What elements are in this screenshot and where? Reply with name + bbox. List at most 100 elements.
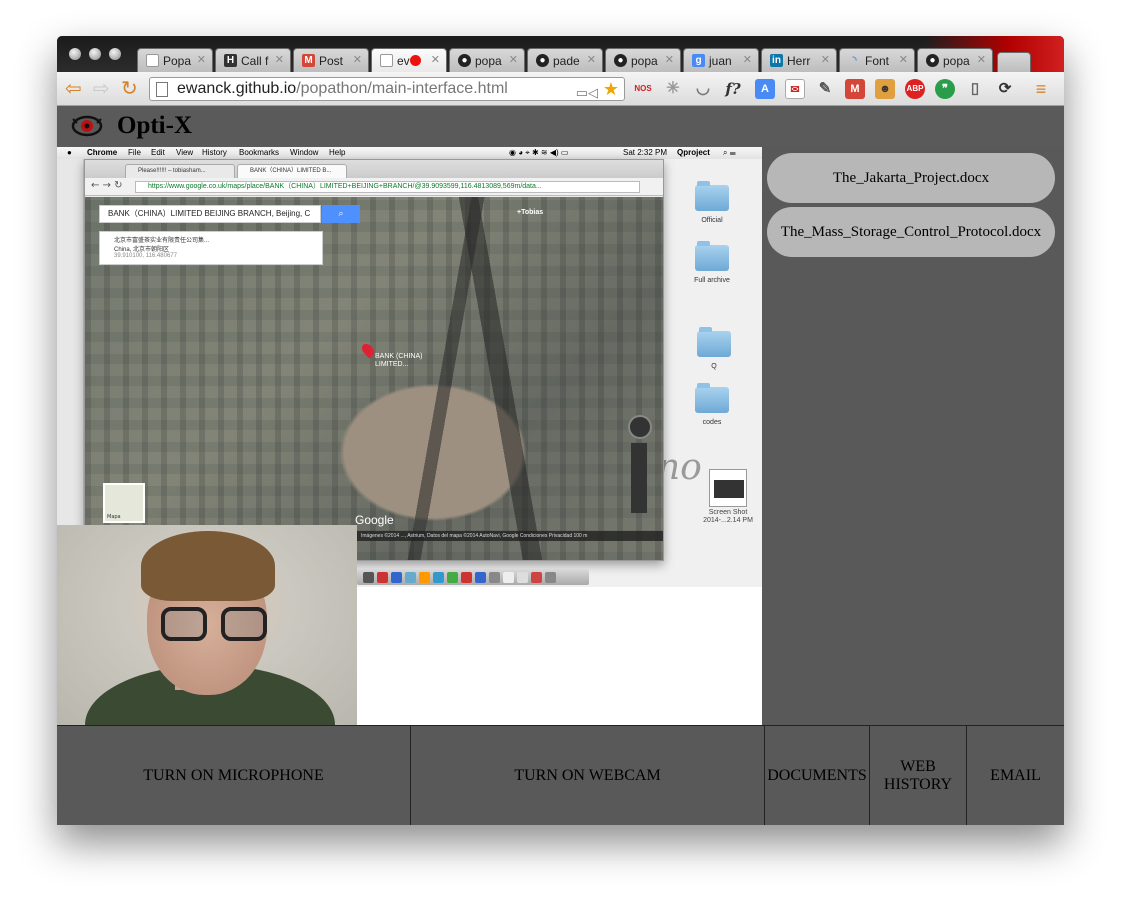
tab-strip: Popa ✕ H Call f ✕ M Post ✕ ev ✕ ● popa ✕… xyxy=(57,36,1064,72)
hangouts-icon[interactable]: ❞ xyxy=(935,79,955,99)
close-tab-icon[interactable]: ✕ xyxy=(899,53,908,66)
folder-icon xyxy=(697,327,731,357)
compass-icon xyxy=(628,415,652,439)
map-attribution: Imágenes ©2014 ..., Astrium, Datos del m… xyxy=(355,531,663,541)
app-title: Opti-X xyxy=(117,112,192,139)
map-pin-label: BANK (CHINA) LIMITED... xyxy=(375,353,423,368)
loading-icon: ◝ xyxy=(852,55,857,66)
folder-icon xyxy=(695,181,729,211)
forward-icon[interactable]: ⇨ xyxy=(93,77,110,99)
browser-tab[interactable]: in Herr ✕ xyxy=(761,48,837,72)
github-icon: ● xyxy=(536,54,549,67)
minimap: Mapa xyxy=(103,483,145,523)
background-app-strip xyxy=(57,159,84,579)
browser-tab[interactable]: H Call f ✕ xyxy=(215,48,291,72)
github-icon: ● xyxy=(926,54,939,67)
h-icon: H xyxy=(224,54,237,67)
shared-tab: Please!!!!!! – tobiasham... xyxy=(125,164,235,178)
close-tab-icon[interactable]: ✕ xyxy=(275,53,284,66)
screenshot-file-icon xyxy=(709,469,747,507)
search-icon: ⌕ xyxy=(322,205,360,223)
mail-extension-icon[interactable]: ✉ xyxy=(785,79,805,99)
page-icon xyxy=(156,82,168,97)
microphone-button[interactable]: TURN ON MICROPHONE xyxy=(57,726,411,825)
close-tab-icon[interactable]: ✕ xyxy=(353,53,362,66)
web-history-button[interactable]: WEB HISTORY xyxy=(870,726,967,825)
document-item[interactable]: The_Mass_Storage_Control_Protocol.docx xyxy=(767,207,1055,257)
map-search-box: BANK（CHINA）LIMITED BEIJING BRANCH, Beiji… xyxy=(99,205,321,223)
reload-icon[interactable]: ↻ xyxy=(121,77,138,99)
spotlight-icon: ⌕ ☰ xyxy=(723,148,736,157)
menu-icon[interactable]: ≡ xyxy=(1031,79,1051,99)
eye-logo-icon xyxy=(71,115,103,137)
folder-icon xyxy=(695,241,729,271)
back-icon: ← → ↻ xyxy=(91,180,123,191)
map-pin-icon xyxy=(359,341,377,359)
folder-icon xyxy=(695,383,729,413)
page-icon xyxy=(146,54,159,67)
nos-extension-icon[interactable]: NOS xyxy=(633,79,653,99)
close-tab-icon[interactable]: ✕ xyxy=(743,53,752,66)
linkedin-icon: in xyxy=(770,54,783,67)
back-icon[interactable]: ⇦ xyxy=(65,77,82,99)
shared-tab: BANK（CHINA）LIMITED B... xyxy=(237,164,347,178)
white-panel xyxy=(357,587,762,725)
google-watermark: Google xyxy=(355,513,394,527)
close-tab-icon[interactable]: ✕ xyxy=(197,53,206,66)
browser-tab[interactable]: Popa ✕ xyxy=(137,48,213,72)
bottom-control-bar: TURN ON MICROPHONE TURN ON WEBCAM DOCUME… xyxy=(57,725,1064,825)
face-extension-icon[interactable]: ☻ xyxy=(875,79,895,99)
gmail-icon: M xyxy=(302,54,315,67)
browser-tab[interactable]: ◝ Font ✕ xyxy=(839,48,915,72)
shared-address-bar: https://www.google.co.uk/maps/place/BANK… xyxy=(135,181,640,193)
zoom-window-icon[interactable] xyxy=(109,48,121,60)
browser-tab-active[interactable]: ev ✕ xyxy=(371,48,447,72)
browser-tab[interactable]: ● popa ✕ xyxy=(449,48,525,72)
document-item[interactable]: The_Jakarta_Project.docx xyxy=(767,153,1055,203)
account-label: +Tobias xyxy=(517,209,544,216)
gmail-extension-icon[interactable]: M xyxy=(845,79,865,99)
pen-icon[interactable]: ✎ xyxy=(815,79,835,99)
shared-screen-view: ● Chrome File Edit View History Bookmark… xyxy=(57,147,762,587)
close-tab-icon[interactable]: ✕ xyxy=(977,53,986,66)
translate-icon[interactable]: A xyxy=(755,79,775,99)
recording-icon xyxy=(410,55,421,66)
spinner-extension-icon[interactable]: ✳ xyxy=(663,79,683,99)
shared-browser-window: Please!!!!!! – tobiasham... BANK（CHINA）L… xyxy=(84,159,664,561)
browser-tab[interactable]: ● pade ✕ xyxy=(527,48,603,72)
bookmark-star-icon[interactable]: ★ xyxy=(603,78,619,100)
github-icon: ● xyxy=(614,54,627,67)
mac-dock xyxy=(357,569,589,585)
close-tab-icon[interactable]: ✕ xyxy=(587,53,596,66)
browser-tab[interactable]: ● popa ✕ xyxy=(917,48,993,72)
close-tab-icon[interactable]: ✕ xyxy=(665,53,674,66)
zoom-control xyxy=(631,443,647,513)
documents-button[interactable]: DOCUMENTS xyxy=(765,726,870,825)
map-place-card: 北京市富盛茶实业有限责任公司集... China, 北京市朝阳区 39.9101… xyxy=(99,231,323,265)
font-finder-icon[interactable]: f? xyxy=(723,79,743,99)
satellite-map: BANK（CHINA）LIMITED BEIJING BRANCH, Beiji… xyxy=(85,197,663,560)
google-icon: g xyxy=(692,54,705,67)
webcam-button[interactable]: TURN ON WEBCAM xyxy=(411,726,765,825)
browser-tab[interactable]: g juan ✕ xyxy=(683,48,759,72)
browser-tab[interactable]: M Post ✕ xyxy=(293,48,369,72)
close-window-icon[interactable] xyxy=(69,48,81,60)
browser-toolbar: ⇦ ⇨ ↻ ewanck.github.io/popathon/main-int… xyxy=(57,72,1064,106)
pocket-icon[interactable]: ◡ xyxy=(693,79,713,99)
status-icons: ◉ ◕ ⌖ ✱ ≋ ◀) ▭ xyxy=(509,148,569,157)
close-tab-icon[interactable]: ✕ xyxy=(509,53,518,66)
minimize-window-icon[interactable] xyxy=(89,48,101,60)
book-icon[interactable]: ▯ xyxy=(965,79,985,99)
new-tab-button[interactable] xyxy=(997,52,1031,72)
camera-icon[interactable]: ▭◁ xyxy=(576,82,598,104)
browser-tab[interactable]: ● popa ✕ xyxy=(605,48,681,72)
email-button[interactable]: EMAIL xyxy=(967,726,1064,825)
sync-icon[interactable]: ⟳ xyxy=(995,79,1015,99)
close-tab-icon[interactable]: ✕ xyxy=(821,53,830,66)
adblock-icon[interactable]: ABP xyxy=(905,79,925,99)
documents-panel: The_Jakarta_Project.docx The_Mass_Storag… xyxy=(762,147,1064,725)
address-bar[interactable]: ewanck.github.io/popathon/main-interface… xyxy=(149,77,625,101)
github-icon: ● xyxy=(458,54,471,67)
app-header: Opti-X xyxy=(57,107,1064,147)
close-tab-icon[interactable]: ✕ xyxy=(431,53,440,66)
